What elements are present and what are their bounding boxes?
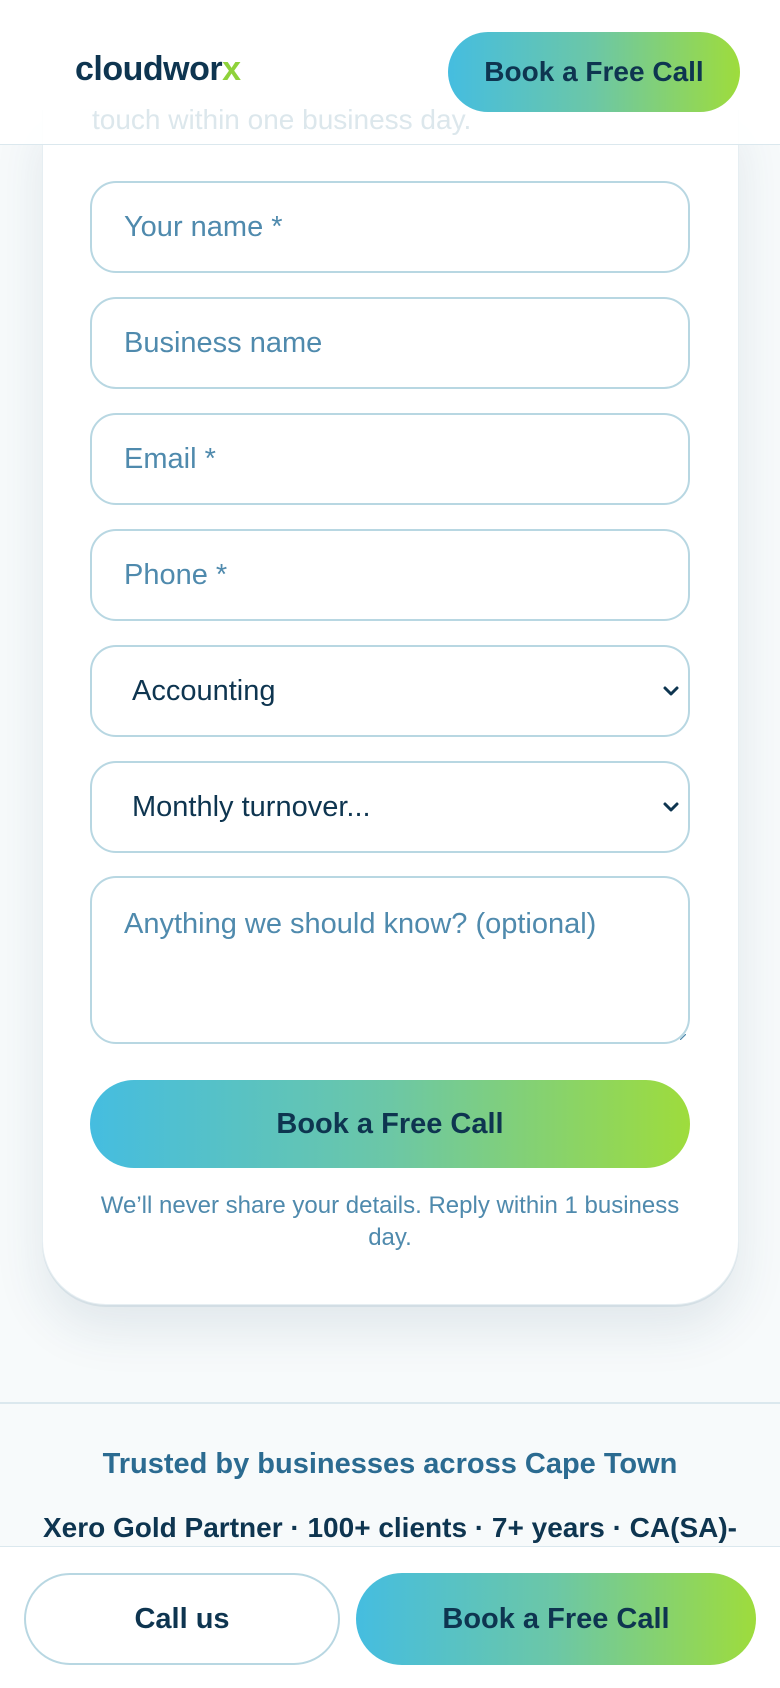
phone-placeholder: Phone * (124, 558, 228, 591)
turnover-select[interactable]: Monthly turnover... (90, 761, 690, 853)
logo-text: cloudwor (75, 50, 223, 88)
email-input[interactable]: Email * (90, 413, 690, 505)
scrolled-intro-text: touch within one business day. (92, 104, 472, 135)
business-name-input[interactable]: Business name (90, 297, 690, 389)
sticky-bottom-bar: Call us Book a Free Call (0, 1546, 780, 1688)
site-header: touch within one business day. cloudworx… (0, 0, 780, 145)
section-divider (0, 1402, 780, 1404)
resize-handle-icon[interactable] (680, 1034, 686, 1040)
call-us-button[interactable]: Call us (24, 1573, 340, 1665)
chevron-down-icon (663, 686, 679, 696)
phone-input[interactable]: Phone * (90, 529, 690, 621)
logo-accent: x (222, 50, 241, 88)
cloudworx-logo[interactable]: cloudworx (75, 50, 241, 89)
bottom-book-call-button[interactable]: Book a Free Call (356, 1573, 756, 1665)
service-select[interactable]: Accounting (90, 645, 690, 737)
email-placeholder: Email * (124, 442, 216, 475)
name-input[interactable]: Your name * (90, 181, 690, 273)
turnover-selected-value: Monthly turnover... (132, 790, 371, 823)
trust-title: Trusted by businesses across Cape Town (102, 1448, 678, 1480)
name-placeholder: Your name * (124, 210, 283, 243)
notes-placeholder: Anything we should know? (optional) (124, 908, 597, 940)
chevron-down-icon (663, 802, 679, 812)
trust-credentials: Xero Gold Partner · 100+ clients · 7+ ye… (42, 1512, 737, 1543)
service-selected-value: Accounting (132, 674, 276, 707)
header-book-call-button[interactable]: Book a Free Call (448, 32, 740, 112)
privacy-note: We’ll never share your details. Reply wi… (100, 1192, 680, 1251)
business-placeholder: Business name (124, 326, 323, 359)
notes-textarea[interactable]: Anything we should know? (optional) (90, 876, 690, 1044)
submit-book-call-button[interactable]: Book a Free Call (90, 1080, 690, 1168)
